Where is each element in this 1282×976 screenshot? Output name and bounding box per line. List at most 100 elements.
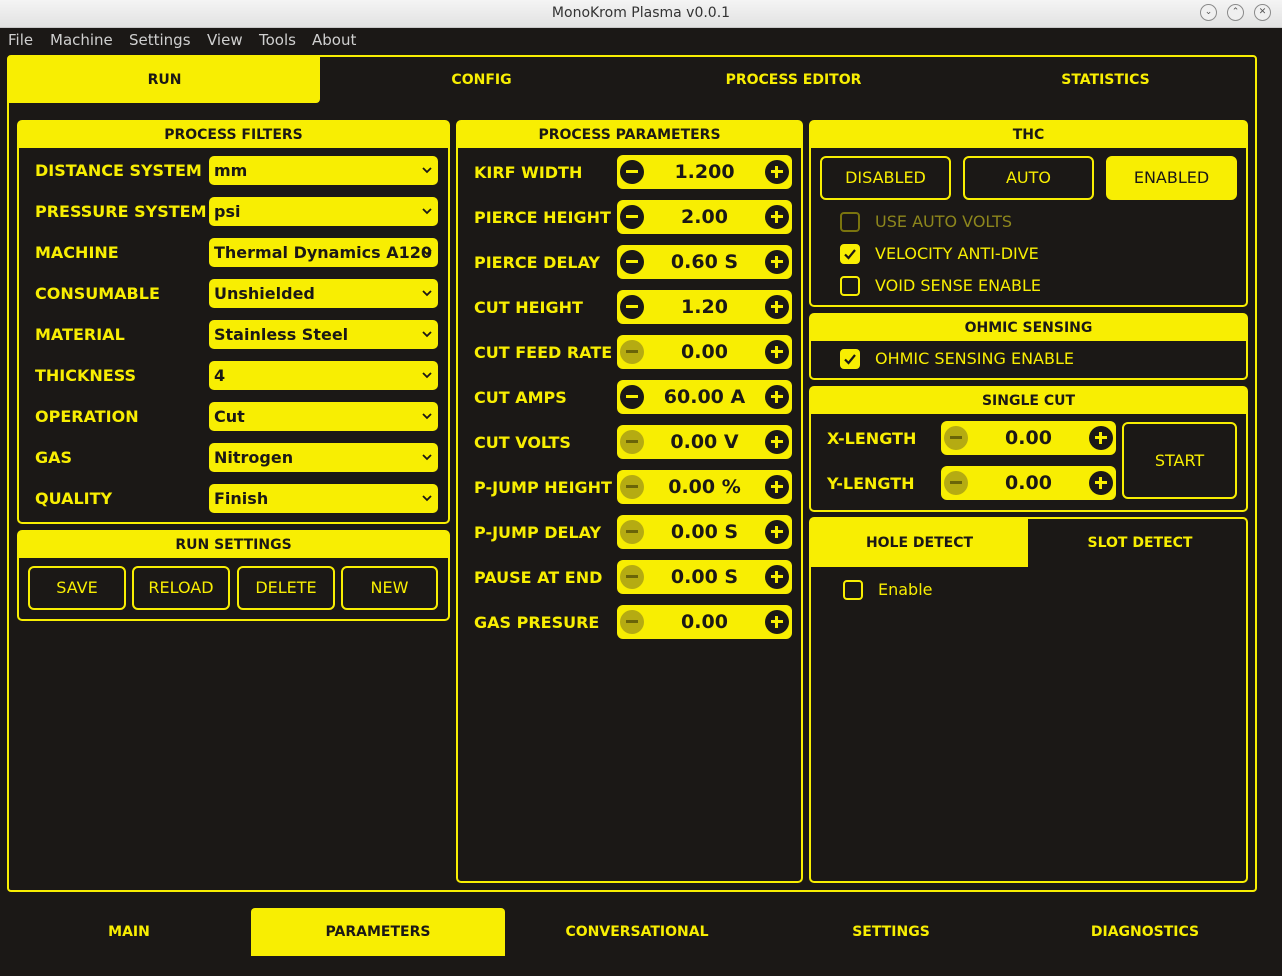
use-auto-volts-checkbox[interactable] <box>840 212 860 232</box>
filter-select-value: Cut <box>214 407 245 426</box>
parameter-value[interactable]: 1.20 <box>647 290 762 324</box>
filter-label: GAS <box>35 448 73 467</box>
filter-select[interactable]: Unshielded <box>209 279 438 308</box>
tab-diagnostics[interactable]: DIAGNOSTICS <box>1019 908 1271 956</box>
thc-title: THC <box>811 122 1246 148</box>
detect-enable-checkbox[interactable] <box>843 580 863 600</box>
increment-button[interactable] <box>765 430 789 454</box>
thc-auto-button[interactable]: AUTO <box>963 156 1094 200</box>
filter-select[interactable]: psi <box>209 197 438 226</box>
tab-process-editor[interactable]: PROCESS EDITOR <box>638 57 949 103</box>
parameter-value[interactable]: 0.00 V <box>647 425 762 459</box>
ohmic-sensing-checkbox[interactable] <box>840 349 860 369</box>
increment-button[interactable] <box>765 520 789 544</box>
menu-about[interactable]: About <box>312 31 356 49</box>
increment-button[interactable] <box>765 565 789 589</box>
filter-select-value: Thermal Dynamics A120 <box>214 243 432 262</box>
close-button[interactable]: ✕ <box>1254 4 1271 21</box>
menu-file[interactable]: File <box>8 31 33 49</box>
menu-machine[interactable]: Machine <box>50 31 113 49</box>
decrement-button[interactable] <box>620 250 644 274</box>
parameter-label: GAS PRESURE <box>474 613 600 632</box>
tab-conversational[interactable]: CONVERSATIONAL <box>511 908 763 956</box>
chevron-down-icon <box>422 495 432 502</box>
start-button[interactable]: START <box>1122 422 1237 499</box>
filter-select-value: 4 <box>214 366 226 385</box>
save-button[interactable]: SAVE <box>28 566 126 610</box>
x-length-increment-button[interactable] <box>1089 426 1113 450</box>
maximize-button[interactable]: ⌃ <box>1227 4 1244 21</box>
parameter-label: PAUSE AT END <box>474 568 603 587</box>
parameter-value[interactable]: 0.00 <box>647 605 762 639</box>
tab-main[interactable]: MAIN <box>5 908 253 956</box>
minimize-button[interactable]: ⌄ <box>1200 4 1217 21</box>
filter-select[interactable]: Stainless Steel <box>209 320 438 349</box>
y-length-decrement-button[interactable] <box>944 471 968 495</box>
void-sense-enable-checkbox[interactable] <box>840 276 860 296</box>
decrement-button[interactable] <box>620 610 644 634</box>
check-icon <box>844 249 856 260</box>
decrement-button[interactable] <box>620 520 644 544</box>
tab-slot-detect[interactable]: SLOT DETECT <box>1034 519 1246 567</box>
chevron-down-icon: ⌄ <box>1204 7 1213 17</box>
velocity-anti-dive-checkbox[interactable] <box>840 244 860 264</box>
increment-button[interactable] <box>765 610 789 634</box>
x-length-decrement-button[interactable] <box>944 426 968 450</box>
parameter-value[interactable]: 0.00 S <box>647 515 762 549</box>
parameter-value[interactable]: 1.200 <box>647 155 762 189</box>
filter-select[interactable]: mm <box>209 156 438 185</box>
void-sense-enable-label: VOID SENSE ENABLE <box>875 276 1041 295</box>
filter-select[interactable]: Finish <box>209 484 438 513</box>
tab-run[interactable]: RUN <box>9 57 320 103</box>
parameter-spinner: 2.00 <box>617 200 792 234</box>
decrement-button[interactable] <box>620 340 644 364</box>
tab-hole-detect[interactable]: HOLE DETECT <box>811 519 1028 567</box>
x-length-value[interactable]: 0.00 <box>971 421 1086 455</box>
parameter-spinner: 60.00 A <box>617 380 792 414</box>
filter-select[interactable]: Cut <box>209 402 438 431</box>
increment-button[interactable] <box>765 385 789 409</box>
menu-tools[interactable]: Tools <box>259 31 296 49</box>
parameter-value[interactable]: 0.00 <box>647 335 762 369</box>
increment-button[interactable] <box>765 250 789 274</box>
increment-button[interactable] <box>765 340 789 364</box>
decrement-button[interactable] <box>620 385 644 409</box>
new-button[interactable]: NEW <box>341 566 438 610</box>
menu-settings[interactable]: Settings <box>129 31 191 49</box>
filter-select-value: Stainless Steel <box>214 325 349 344</box>
decrement-button[interactable] <box>620 160 644 184</box>
parameter-value[interactable]: 0.60 S <box>647 245 762 279</box>
decrement-button[interactable] <box>620 475 644 499</box>
decrement-button[interactable] <box>620 430 644 454</box>
parameter-value[interactable]: 2.00 <box>647 200 762 234</box>
parameter-spinner: 0.00 <box>617 605 792 639</box>
thc-disabled-button[interactable]: DISABLED <box>820 156 951 200</box>
filter-select[interactable]: Thermal Dynamics A120 <box>209 238 438 267</box>
decrement-button[interactable] <box>620 295 644 319</box>
menu-view[interactable]: View <box>207 31 243 49</box>
tab-config[interactable]: CONFIG <box>326 57 637 103</box>
increment-button[interactable] <box>765 160 789 184</box>
thc-enabled-button[interactable]: ENABLED <box>1106 156 1237 200</box>
parameter-value[interactable]: 60.00 A <box>647 380 762 414</box>
filter-select[interactable]: 4 <box>209 361 438 390</box>
decrement-button[interactable] <box>620 565 644 589</box>
parameter-value[interactable]: 0.00 % <box>647 470 762 504</box>
parameter-label: PIERCE DELAY <box>474 253 601 272</box>
parameter-spinner: 1.200 <box>617 155 792 189</box>
increment-button[interactable] <box>765 205 789 229</box>
tab-parameters[interactable]: PARAMETERS <box>251 908 505 956</box>
reload-button[interactable]: RELOAD <box>132 566 230 610</box>
parameter-label: KIRF WIDTH <box>474 163 583 182</box>
delete-button[interactable]: DELETE <box>237 566 335 610</box>
y-length-increment-button[interactable] <box>1089 471 1113 495</box>
decrement-button[interactable] <box>620 205 644 229</box>
increment-button[interactable] <box>765 295 789 319</box>
tab-statistics[interactable]: STATISTICS <box>950 57 1261 103</box>
y-length-value[interactable]: 0.00 <box>971 466 1086 500</box>
parameter-value[interactable]: 0.00 S <box>647 560 762 594</box>
filter-label: MACHINE <box>35 243 119 262</box>
increment-button[interactable] <box>765 475 789 499</box>
tab-settings[interactable]: SETTINGS <box>765 908 1017 956</box>
filter-select[interactable]: Nitrogen <box>209 443 438 472</box>
